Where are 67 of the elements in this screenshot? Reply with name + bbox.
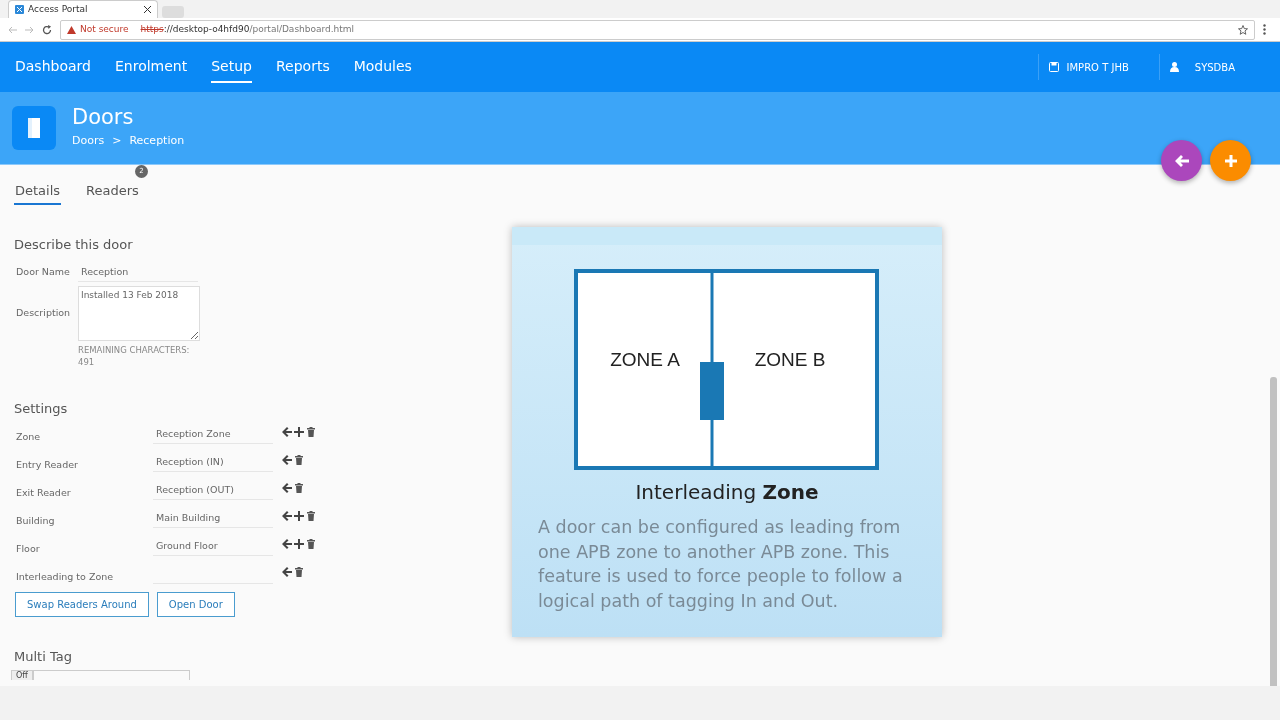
user-menu[interactable]: SYSDBA [1158, 54, 1265, 80]
back-button[interactable] [1161, 140, 1202, 181]
menu-icon[interactable] [1263, 24, 1266, 35]
back-arrow-icon[interactable] [281, 538, 293, 551]
section-heading: Multi Tag [14, 648, 73, 667]
trash-icon[interactable] [293, 482, 305, 495]
trash-icon[interactable] [305, 426, 317, 439]
nav-link[interactable]: Modules [353, 51, 412, 83]
door-name-field[interactable]: Reception [78, 262, 198, 282]
nav-link[interactable]: Enrolment [114, 51, 188, 83]
door-icon [12, 106, 56, 150]
card-title: Interleading Zone [634, 479, 820, 506]
add-icon[interactable] [293, 538, 305, 551]
save-icon [1048, 62, 1059, 72]
field-label: Description [15, 306, 72, 321]
star-icon[interactable] [1238, 24, 1248, 35]
field-label: Entry Reader [15, 458, 79, 473]
description-field[interactable]: Installed 13 Feb 2018 [78, 286, 200, 341]
field-label: Building [15, 514, 56, 529]
back-arrow-icon[interactable] [281, 454, 293, 467]
toggle-switch[interactable]: Off [11, 669, 510, 680]
app-icon [15, 5, 24, 14]
close-icon[interactable] [144, 6, 151, 13]
zone-label: ZONE A [610, 349, 680, 370]
field-label: Exit Reader [15, 486, 72, 501]
back-arrow-icon[interactable] [281, 426, 293, 439]
arrow-left-icon [1174, 154, 1189, 167]
trash-icon[interactable] [305, 538, 317, 551]
setting-field[interactable]: Ground Floor [153, 536, 273, 557]
field-label: Interleading to Zone [15, 570, 115, 585]
add-button[interactable] [1210, 140, 1251, 181]
add-icon[interactable] [293, 426, 305, 439]
setting-field[interactable]: Reception Zone [153, 424, 273, 445]
nav-link[interactable]: Setup [211, 51, 252, 83]
nav-link[interactable]: Dashboard [15, 51, 91, 83]
setting-field[interactable]: Main Building [153, 508, 273, 529]
action-button[interactable]: Swap Readers Around [15, 592, 149, 618]
setting-field[interactable]: Reception (IN) [153, 452, 273, 473]
user-icon [1169, 62, 1179, 72]
breadcrumb-separator: > [112, 133, 122, 150]
page-title: Doors [72, 106, 135, 130]
remaining-characters: REMAINING CHARACTERS: 491 [78, 345, 191, 369]
section-heading: Settings [14, 399, 69, 418]
field-label: Floor [15, 542, 41, 557]
setting-field[interactable]: Reception (OUT) [153, 480, 273, 501]
plus-icon [1224, 154, 1237, 167]
breadcrumb-item: Reception [129, 133, 185, 150]
section-heading: Describe this door [14, 235, 134, 254]
field-label: Zone [15, 430, 42, 445]
trash-icon[interactable] [293, 454, 305, 467]
back-arrow-icon[interactable] [281, 482, 293, 495]
tab[interactable]: Details [14, 179, 62, 205]
reload-icon[interactable] [42, 24, 52, 35]
field-label: Door Name [15, 264, 71, 279]
trash-icon[interactable] [305, 510, 317, 523]
add-icon[interactable] [293, 510, 305, 523]
action-button[interactable]: Open Door [156, 592, 235, 618]
back-arrow-icon[interactable] [281, 510, 293, 523]
site-selector[interactable]: IMPRO T JHB [1037, 54, 1159, 80]
zone-label: ZONE B [754, 349, 826, 370]
nav-link[interactable]: Reports [275, 51, 330, 83]
warning-icon [67, 25, 76, 34]
address-bar[interactable]: Not secure https://desktop-o4hfd90/portal/Dashboard.html [60, 19, 1255, 40]
back-arrow-icon[interactable] [281, 566, 293, 579]
browser-tab[interactable]: Access Portal [8, 0, 158, 18]
trash-icon[interactable] [293, 566, 305, 579]
card-description: A door can be configured as leading from one APB zone to another APB zone. This feature is used to force people to follow a logical path of tagging In and Out. [537, 516, 904, 613]
